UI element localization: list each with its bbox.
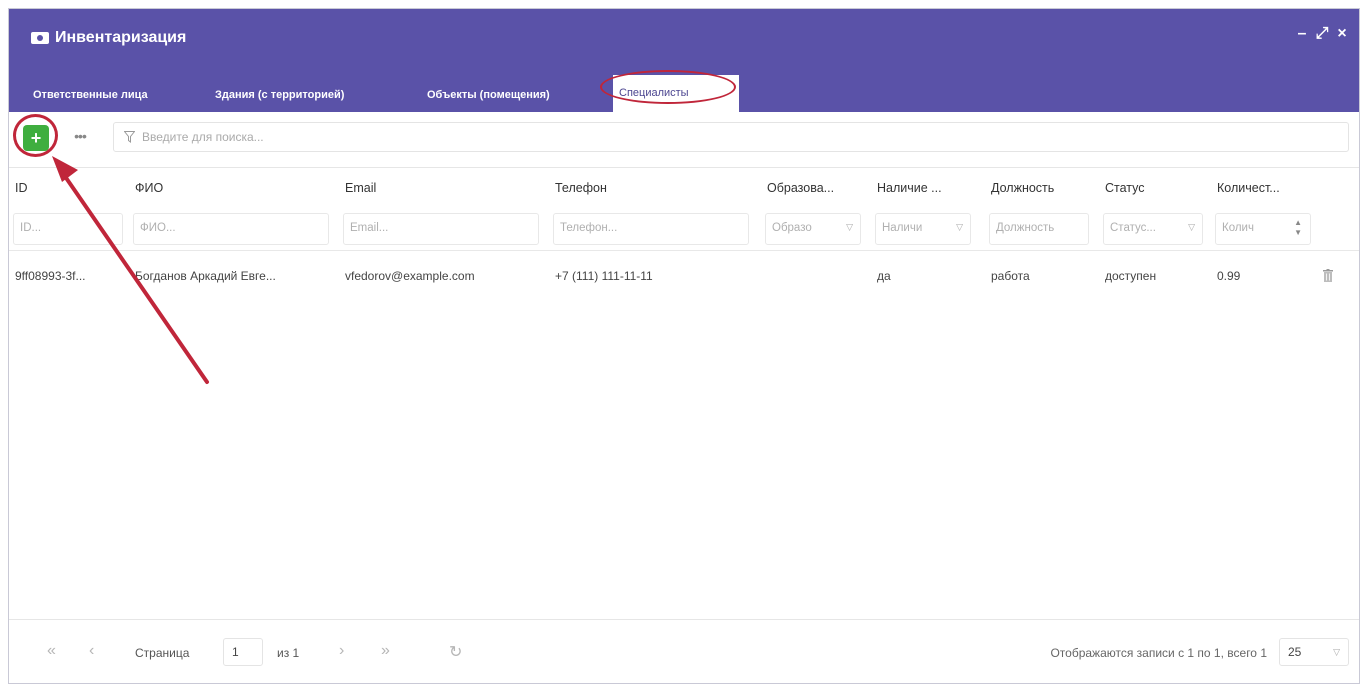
camera-icon xyxy=(31,32,49,44)
search-box xyxy=(113,122,1349,152)
window-title: Инвентаризация xyxy=(55,29,187,46)
search-input[interactable] xyxy=(142,127,1342,147)
minimize-icon[interactable]: – xyxy=(1295,25,1309,43)
cell-position: работа xyxy=(991,269,1030,283)
cell-presence: да xyxy=(877,269,891,283)
tab-bar: Ответственные лица Здания (с территорией… xyxy=(9,67,1359,112)
trash-icon[interactable] xyxy=(1323,269,1333,282)
page-count-label: из 1 xyxy=(277,646,300,660)
cell-education xyxy=(761,257,861,295)
page-label: Страница xyxy=(135,646,190,660)
column-header-phone[interactable]: Телефон xyxy=(549,169,754,207)
filter-fio xyxy=(133,213,329,245)
maximize-icon[interactable]: ⤢ xyxy=(1315,25,1329,43)
filter-phone xyxy=(553,213,749,245)
next-page-icon[interactable]: › xyxy=(339,642,344,660)
cell-email: vfedorov@example.com xyxy=(345,269,475,283)
filter-quantity-input[interactable] xyxy=(1222,222,1288,234)
filter-email-input[interactable] xyxy=(350,222,516,234)
filter-presence-select[interactable] xyxy=(882,222,948,234)
filter-fio-input[interactable] xyxy=(140,222,306,234)
dropdown-arrow-icon[interactable]: ▽ xyxy=(956,222,963,233)
window-controls: – ⤢ × xyxy=(1295,25,1349,43)
filter-id xyxy=(13,213,123,245)
filter-education-select[interactable] xyxy=(772,222,838,234)
filter-phone-input[interactable] xyxy=(560,222,726,234)
filter-position xyxy=(989,213,1089,245)
first-page-icon[interactable]: « xyxy=(47,642,56,660)
tab-responsible-persons[interactable]: Ответственные лица xyxy=(27,79,154,112)
column-header-position[interactable]: Должность xyxy=(985,169,1090,207)
filter-row: ▽ ▽ ▽ ▲▼ xyxy=(9,207,1359,251)
filter-status: ▽ xyxy=(1103,213,1203,245)
cell-id: 9ff08993-3f... xyxy=(15,269,86,283)
grid-header: ID ФИО Email Телефон Образова... Наличие… xyxy=(9,169,1359,207)
filter-status-select[interactable] xyxy=(1110,222,1180,234)
cell-status: доступен xyxy=(1105,269,1157,283)
dropdown-arrow-icon[interactable]: ▽ xyxy=(1188,222,1195,233)
column-header-id[interactable]: ID xyxy=(9,169,127,207)
more-options-button[interactable]: ••• xyxy=(67,125,93,151)
column-header-education[interactable]: Образова... xyxy=(761,169,861,207)
filter-email xyxy=(343,213,539,245)
add-button[interactable]: + xyxy=(23,125,49,151)
cell-phone: +7 (111) 111-11-11 xyxy=(555,269,653,283)
tab-specialists[interactable]: Специалисты xyxy=(613,75,739,112)
tab-objects[interactable]: Объекты (помещения) xyxy=(421,79,556,112)
toolbar: + ••• xyxy=(9,112,1359,168)
page-size-select[interactable]: 25 ▽ xyxy=(1279,638,1349,666)
tab-buildings[interactable]: Здания (с территорией) xyxy=(209,79,350,112)
pagination-bar: « ‹ Страница из 1 › » ↻ Отображаются зап… xyxy=(9,619,1359,683)
cell-fio: Богданов Аркадий Евге... xyxy=(135,269,276,283)
filter-icon xyxy=(124,131,135,143)
page-number-input[interactable] xyxy=(223,638,263,666)
filter-position-input[interactable] xyxy=(996,222,1084,234)
last-page-icon[interactable]: » xyxy=(381,642,390,660)
column-header-quantity[interactable]: Количест... xyxy=(1211,169,1311,207)
records-info: Отображаются записи с 1 по 1, всего 1 xyxy=(1050,646,1267,660)
dropdown-arrow-icon: ▽ xyxy=(1333,647,1340,657)
dropdown-arrow-icon[interactable]: ▽ xyxy=(846,222,853,233)
column-header-presence[interactable]: Наличие ... xyxy=(871,169,971,207)
spinner-icon[interactable]: ▲ ▼ xyxy=(1294,218,1302,238)
window-titlebar: Инвентаризация – ⤢ × xyxy=(9,9,1359,67)
prev-page-icon[interactable]: ‹ xyxy=(89,642,94,660)
column-header-fio[interactable]: ФИО xyxy=(129,169,334,207)
filter-quantity: ▲▼ xyxy=(1215,213,1311,245)
column-header-email[interactable]: Email xyxy=(339,169,544,207)
column-header-status[interactable]: Статус xyxy=(1099,169,1199,207)
filter-education: ▽ xyxy=(765,213,861,245)
filter-id-input[interactable] xyxy=(20,222,100,234)
close-icon[interactable]: × xyxy=(1335,25,1349,43)
refresh-icon[interactable]: ↻ xyxy=(449,642,462,662)
filter-presence: ▽ xyxy=(875,213,971,245)
cell-quantity: 0.99 xyxy=(1217,269,1241,283)
table-row[interactable]: 9ff08993-3f... Богданов Аркадий Евге... … xyxy=(9,257,1359,295)
app-window: Инвентаризация – ⤢ × Ответственные лица … xyxy=(8,8,1360,684)
page-size-value: 25 xyxy=(1288,645,1302,659)
